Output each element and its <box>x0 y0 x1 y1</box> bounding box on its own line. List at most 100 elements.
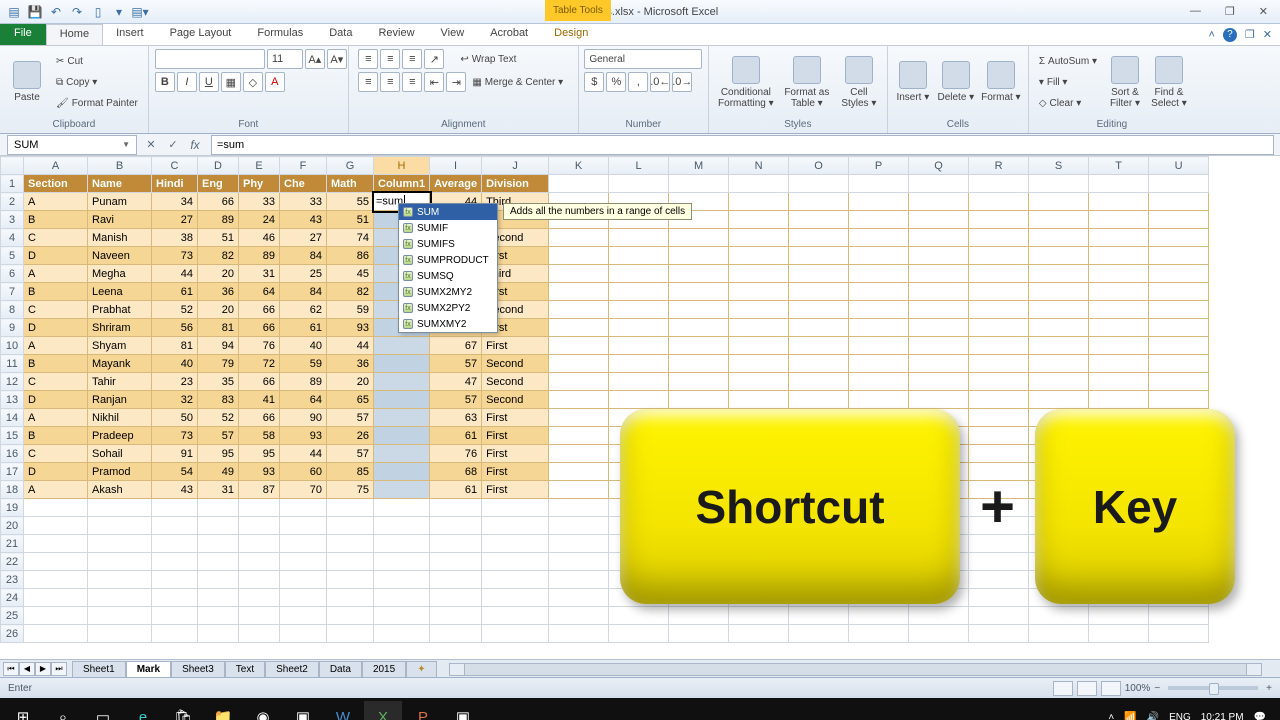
align-right[interactable]: ≡ <box>402 72 422 92</box>
cell[interactable] <box>1149 319 1209 337</box>
cell[interactable] <box>729 607 789 625</box>
cell[interactable]: 87 <box>239 481 280 499</box>
number-format-select[interactable]: General <box>584 49 702 69</box>
cell[interactable] <box>609 337 669 355</box>
cell[interactable] <box>549 499 609 517</box>
file-tab[interactable]: File <box>0 24 46 45</box>
cell[interactable] <box>669 301 729 319</box>
cell[interactable] <box>374 625 430 643</box>
cell[interactable] <box>849 175 909 193</box>
cell[interactable] <box>609 283 669 301</box>
decrease-font[interactable]: A▾ <box>327 49 347 69</box>
cell[interactable] <box>1149 211 1209 229</box>
cell[interactable] <box>1029 175 1089 193</box>
cell[interactable]: 89 <box>239 247 280 265</box>
row-15[interactable]: 15 <box>1 427 24 445</box>
cell[interactable]: 26 <box>327 427 374 445</box>
cell[interactable] <box>239 571 280 589</box>
cell[interactable]: 43 <box>152 481 198 499</box>
cell[interactable] <box>374 391 430 409</box>
cell[interactable] <box>374 499 430 517</box>
qat-5[interactable]: ▤▾ <box>130 2 150 22</box>
wrap-text-button[interactable]: ↩ Wrap Text <box>456 49 556 69</box>
cell[interactable]: 41 <box>239 391 280 409</box>
cell[interactable] <box>669 247 729 265</box>
cell[interactable]: 95 <box>239 445 280 463</box>
cell[interactable]: 36 <box>327 355 374 373</box>
cell[interactable] <box>327 607 374 625</box>
cell[interactable] <box>1029 373 1089 391</box>
col-K[interactable]: K <box>549 157 609 175</box>
cell[interactable] <box>669 355 729 373</box>
ribbon-tab-view[interactable]: View <box>428 24 478 45</box>
decrease-dec[interactable]: .0→ <box>672 72 692 92</box>
cell[interactable] <box>482 499 549 517</box>
cell[interactable] <box>374 589 430 607</box>
cell[interactable]: 44 <box>280 445 327 463</box>
increase-dec[interactable]: .0← <box>650 72 670 92</box>
cell[interactable] <box>1149 355 1209 373</box>
sheet-nav-first[interactable]: ⏮ <box>3 662 19 676</box>
fill-button[interactable]: ▾ Fill ▾ <box>1035 72 1101 92</box>
cell[interactable]: B <box>24 355 88 373</box>
align-top[interactable]: ≡ <box>358 49 378 69</box>
cell[interactable]: 50 <box>152 409 198 427</box>
col-G[interactable]: G <box>327 157 374 175</box>
cell[interactable]: A <box>24 409 88 427</box>
cell[interactable] <box>609 265 669 283</box>
cell[interactable] <box>549 571 609 589</box>
cell[interactable]: 67 <box>430 337 482 355</box>
cell[interactable] <box>909 247 969 265</box>
cell[interactable] <box>1029 355 1089 373</box>
cell[interactable] <box>789 265 849 283</box>
currency-button[interactable]: $ <box>584 72 604 92</box>
cell[interactable] <box>327 499 374 517</box>
col-A[interactable]: A <box>24 157 88 175</box>
sheet-tab-text[interactable]: Text <box>225 661 265 677</box>
cell[interactable]: Shriram <box>88 319 152 337</box>
ribbon-tab-formulas[interactable]: Formulas <box>244 24 316 45</box>
cell[interactable] <box>1089 247 1149 265</box>
cell[interactable] <box>1089 175 1149 193</box>
cell[interactable]: 93 <box>239 463 280 481</box>
cell[interactable]: 56 <box>152 319 198 337</box>
cell[interactable] <box>969 607 1029 625</box>
select-all[interactable] <box>1 157 24 175</box>
cell[interactable]: 57 <box>198 427 239 445</box>
col-J[interactable]: J <box>482 157 549 175</box>
cell[interactable] <box>789 211 849 229</box>
cell[interactable] <box>152 625 198 643</box>
cell[interactable] <box>239 553 280 571</box>
cell[interactable] <box>549 481 609 499</box>
col-L[interactable]: L <box>609 157 669 175</box>
cell[interactable] <box>430 535 482 553</box>
cell[interactable] <box>609 391 669 409</box>
cell[interactable] <box>609 607 669 625</box>
cell[interactable] <box>549 229 609 247</box>
cell[interactable] <box>729 391 789 409</box>
help-button[interactable]: ? <box>1223 28 1237 42</box>
zoom-out[interactable]: − <box>1154 683 1160 694</box>
autocomplete-item[interactable]: fxSUMXMY2 <box>399 316 497 332</box>
cell[interactable] <box>729 265 789 283</box>
cell[interactable] <box>1029 193 1089 211</box>
cell[interactable] <box>1089 211 1149 229</box>
view-pagebreak[interactable] <box>1101 681 1121 696</box>
clear-button[interactable]: ◇ Clear ▾ <box>1035 93 1101 113</box>
row-8[interactable]: 8 <box>1 301 24 319</box>
cell[interactable] <box>1149 301 1209 319</box>
cell[interactable] <box>198 553 239 571</box>
cell[interactable]: 72 <box>239 355 280 373</box>
col-D[interactable]: D <box>198 157 239 175</box>
cell[interactable]: 57 <box>430 355 482 373</box>
cell[interactable]: 70 <box>280 481 327 499</box>
cell[interactable] <box>24 499 88 517</box>
cell[interactable] <box>1089 301 1149 319</box>
cell[interactable]: B <box>24 427 88 445</box>
cell[interactable] <box>280 517 327 535</box>
sheet-tab-sheet2[interactable]: Sheet2 <box>265 661 319 677</box>
cell[interactable] <box>374 373 430 391</box>
ribbon-tab-review[interactable]: Review <box>365 24 427 45</box>
ribbon-tab-page-layout[interactable]: Page Layout <box>157 24 245 45</box>
insert-function[interactable]: fx <box>185 136 205 154</box>
